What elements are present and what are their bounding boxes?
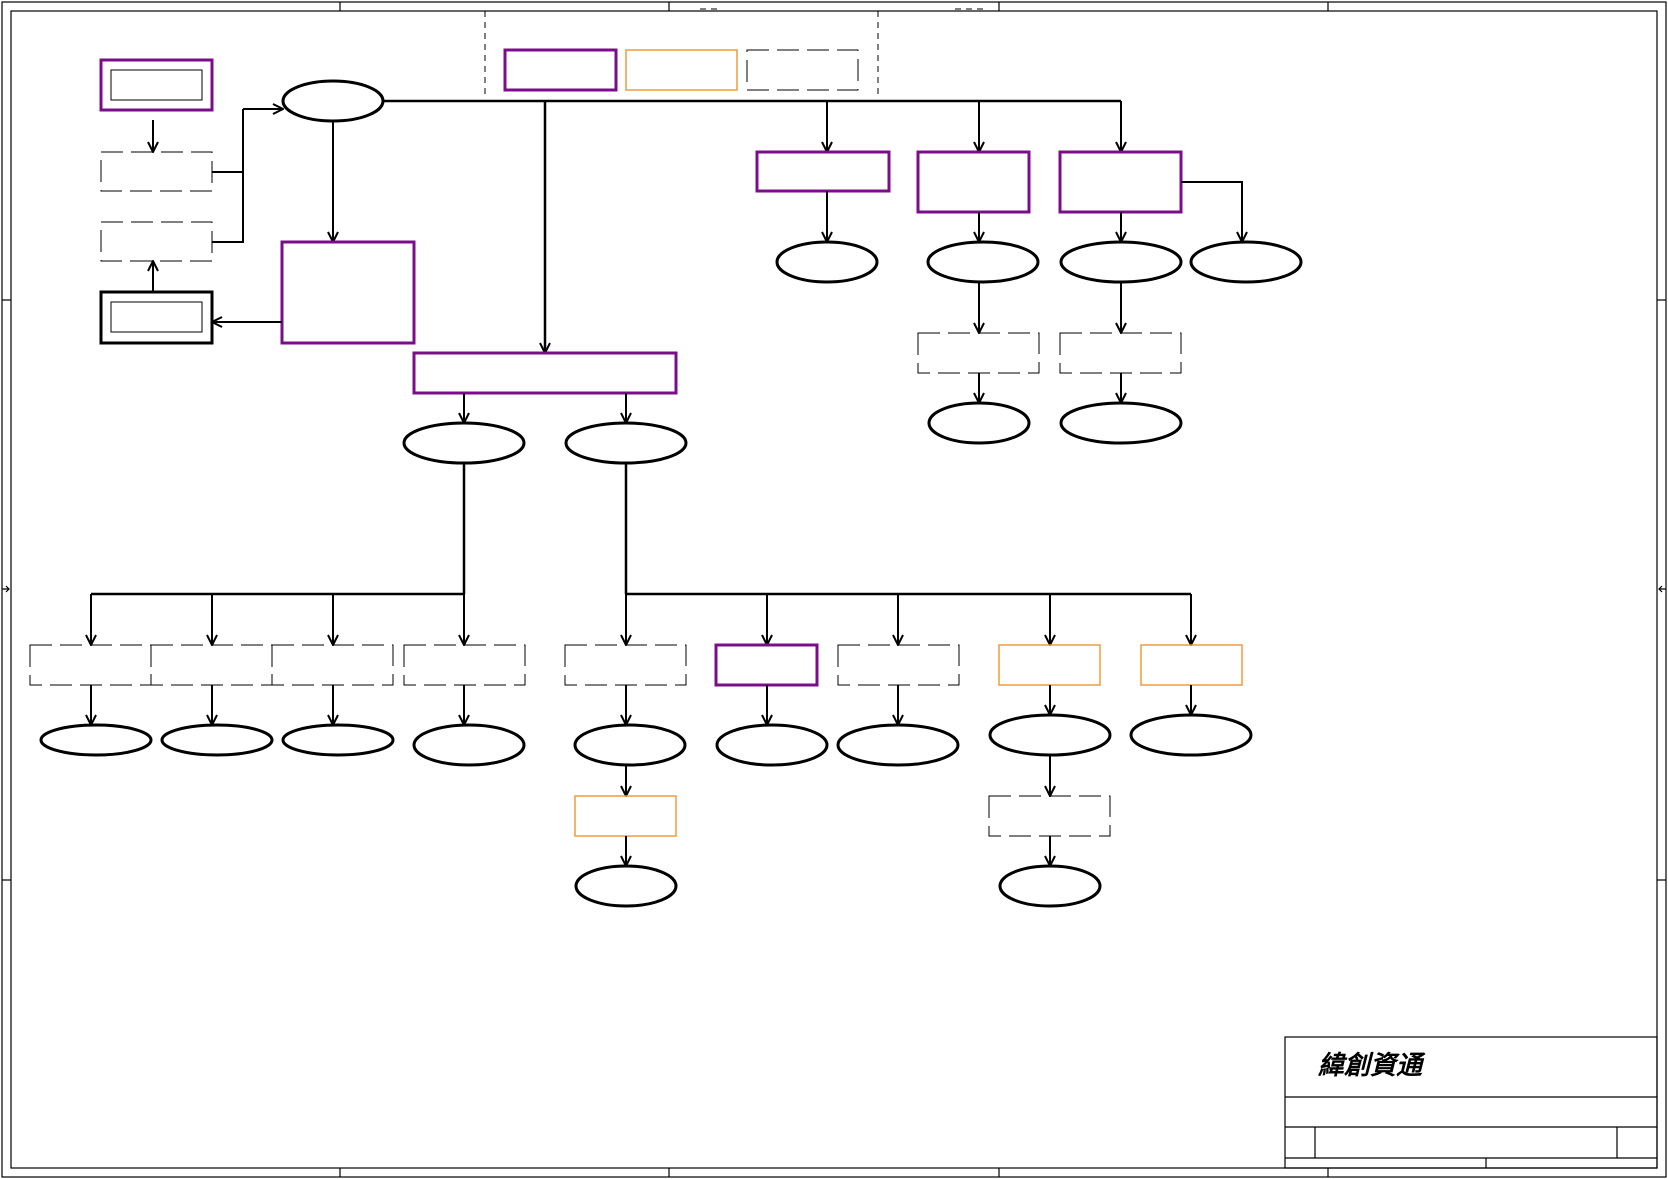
orange-box-b9 (1140, 644, 1243, 686)
bottom-row (29, 594, 1253, 908)
dashed-box-b4 (403, 644, 526, 686)
bottom-left-inner-box (110, 301, 203, 333)
right-upper-cluster (755, 101, 1303, 445)
dashed-box-b (100, 221, 213, 262)
node-b8 (988, 713, 1112, 757)
node-r4 (1189, 240, 1303, 284)
sheet-frame (1, 1, 1667, 1178)
node-r3 (1059, 240, 1183, 284)
dashed-box-b1 (29, 644, 152, 686)
node-b1 (39, 723, 153, 757)
dashed-box-b7 (837, 644, 960, 686)
wide-purple-box (412, 351, 678, 395)
orange-box-b5b (574, 795, 677, 837)
dashed-box-b3 (271, 644, 394, 686)
node-b5 (573, 723, 687, 767)
middle-cluster (91, 101, 1191, 596)
node-b9 (1129, 713, 1253, 757)
node-b8c (998, 864, 1102, 908)
node-m1 (402, 421, 526, 465)
legend-region (484, 8, 985, 98)
dashed-box-b2 (150, 644, 273, 686)
dashed-box-a (100, 151, 213, 192)
purple-box-r3 (1058, 150, 1183, 214)
node-r3b (1059, 401, 1183, 445)
node-b2 (160, 723, 274, 757)
node-r2 (926, 240, 1040, 284)
orange-box-b8 (998, 644, 1101, 686)
diagram-canvas: 緯創資通 (1, 1, 1667, 1178)
purple-box-r2 (916, 150, 1031, 214)
node-r1 (775, 240, 879, 284)
node-b5c (574, 864, 678, 908)
top-left-inner-box (110, 69, 203, 101)
legend-purple-box (503, 48, 618, 92)
left-cluster (99, 58, 416, 345)
node-b3 (281, 723, 395, 757)
root-node (281, 79, 385, 123)
top-left-purple-box (99, 58, 214, 112)
legend-dashed-box (746, 49, 859, 91)
legend-orange-box (625, 49, 738, 91)
dashed-box-r2 (917, 332, 1040, 374)
purple-box-b6 (714, 643, 819, 687)
node-b7 (836, 723, 960, 767)
company-name: 緯創資通 (1317, 1051, 1426, 1081)
dashed-box-b8b (988, 795, 1111, 837)
dashed-box-r3 (1059, 332, 1182, 374)
node-r2b (927, 401, 1031, 445)
node-b4 (412, 723, 526, 767)
dashed-box-b5 (564, 644, 687, 686)
purple-block-left (280, 240, 416, 345)
bottom-left-black-box (99, 290, 214, 345)
node-m2 (564, 421, 688, 465)
node-b6 (715, 723, 829, 767)
purple-box-r1 (755, 150, 891, 193)
